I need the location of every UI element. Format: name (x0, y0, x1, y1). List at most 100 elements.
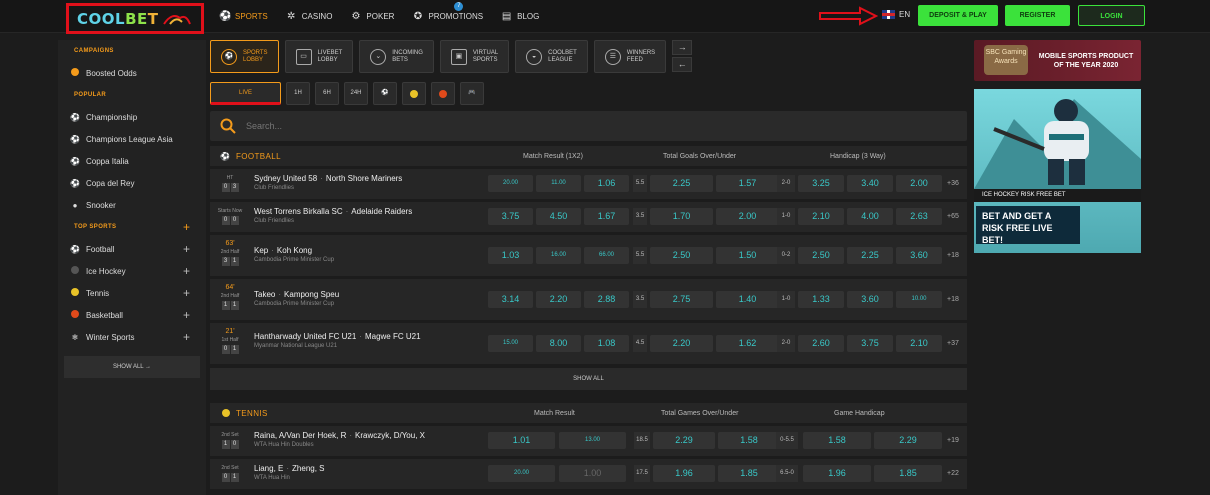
odd-away[interactable]: 66.00 (584, 247, 629, 264)
odd-handicap-away[interactable]: 2.29 (874, 432, 942, 449)
search-input[interactable] (246, 121, 646, 131)
sidebar-item-champions-league-asia[interactable]: ⚽ Champions League Asia (58, 128, 206, 150)
tab-winners-feed[interactable]: ☰ WINNERS FEED (593, 40, 667, 73)
odd-over[interactable]: 1.70 (650, 208, 713, 225)
filter-basketball[interactable] (431, 82, 455, 105)
tab-sports-lobby[interactable]: ⚽ SPORTS LOBBY (210, 40, 279, 73)
odd-home[interactable]: 20.00 (488, 465, 555, 482)
plus-icon[interactable]: + (183, 330, 190, 344)
odd-handicap-away[interactable]: 1.85 (874, 465, 942, 482)
coolbet-logo[interactable]: COOL BE T (66, 3, 204, 34)
odd-away[interactable]: 1.00 (559, 465, 626, 482)
odd-handicap-draw[interactable]: 3.75 (847, 335, 893, 352)
odd-away[interactable]: 13.00 (559, 432, 626, 449)
sidebar-item-boosted-odds[interactable]: Boosted Odds (58, 62, 206, 84)
nav-promotions[interactable]: ✪ PROMOTIONS 7 (403, 0, 492, 33)
filter-24h[interactable]: 24H (344, 82, 368, 105)
filter-esports[interactable]: 🎮 (460, 82, 484, 105)
odd-handicap-away[interactable]: 2.10 (896, 335, 942, 352)
odd-under[interactable]: 1.62 (716, 335, 779, 352)
promo-banner-award[interactable]: SBC Gaming Awards MOBILE SPORTS PRODUCT … (974, 40, 1141, 81)
filter-1h[interactable]: 1H (286, 82, 310, 105)
tab-coolbet-league[interactable]: ◒ COOLBET LEAGUE (515, 40, 588, 73)
more-markets[interactable]: +37 (947, 340, 959, 347)
odd-draw[interactable]: 2.20 (536, 291, 581, 308)
arrow-left-icon[interactable]: ← (672, 57, 693, 72)
table-row[interactable]: Starts Now 0 0 West Torrens Birkalla SC · Ad… (210, 202, 967, 232)
table-row[interactable]: 63' 2nd Half 3 1 Kep · Koh Kong Cambodia Prime… (210, 235, 967, 276)
sidebar-item-ice-hockey[interactable]: Ice Hockey + (58, 260, 206, 282)
tab-livebet-lobby[interactable]: ▭ LIVEBET LOBBY (284, 40, 354, 73)
odd-handicap-home[interactable]: 1.58 (803, 432, 871, 449)
promo-banner-ice-hockey[interactable]: ICE HOCKEY RISK FREE BET BET AND GET A R… (974, 89, 1141, 253)
sidebar-item-tennis[interactable]: Tennis + (58, 282, 206, 304)
plus-icon[interactable]: + (183, 308, 190, 322)
sidebar-show-all-button[interactable]: SHOW ALL → (64, 356, 200, 378)
tab-incoming-bets[interactable]: ⌄ INCOMING BETS (359, 40, 434, 73)
odd-over[interactable]: 2.20 (650, 335, 713, 352)
odd-under[interactable]: 1.57 (716, 175, 779, 192)
odd-draw[interactable]: 16.00 (536, 247, 581, 264)
more-markets[interactable]: +19 (947, 437, 959, 444)
table-row[interactable]: 2nd Set 0 1 Liang, E · Zheng, S WTA Hua Hin 2… (210, 459, 967, 489)
odd-handicap-draw[interactable]: 3.40 (847, 175, 893, 192)
plus-icon[interactable]: + (183, 242, 190, 256)
odd-draw[interactable]: 11.00 (536, 175, 581, 192)
odd-over[interactable]: 2.50 (650, 247, 713, 264)
odd-under[interactable]: 1.50 (716, 247, 779, 264)
more-markets[interactable]: +18 (947, 252, 959, 259)
login-button[interactable]: LOGIN (1078, 5, 1145, 26)
odd-over[interactable]: 2.25 (650, 175, 713, 192)
odd-home[interactable]: 15.00 (488, 335, 533, 352)
football-show-all-button[interactable]: SHOW ALL (210, 368, 967, 390)
sidebar-item-copa-del-rey[interactable]: ⚽ Copa del Rey (58, 172, 206, 194)
plus-icon[interactable]: + (183, 286, 190, 300)
odd-handicap-away[interactable]: 3.60 (896, 247, 942, 264)
sidebar-item-coppa-italia[interactable]: ⚽ Coppa Italia (58, 150, 206, 172)
odd-handicap-draw[interactable]: 3.60 (847, 291, 893, 308)
odd-handicap-away[interactable]: 10.00 (896, 291, 942, 308)
filter-live[interactable]: LIVE (210, 82, 281, 105)
more-markets[interactable]: +18 (947, 296, 959, 303)
table-row[interactable]: HT 0 3 Sydney United 58 · North Shore Marine… (210, 169, 967, 199)
more-markets[interactable]: +36 (947, 180, 959, 187)
odd-home[interactable]: 1.01 (488, 432, 555, 449)
more-markets[interactable]: +65 (947, 213, 959, 220)
sidebar-item-winter-sports[interactable]: ❄ Winter Sports + (58, 326, 206, 348)
odd-handicap-home[interactable]: 1.96 (803, 465, 871, 482)
odd-under[interactable]: 2.00 (716, 208, 779, 225)
odd-handicap-home[interactable]: 2.50 (798, 247, 844, 264)
odd-handicap-home[interactable]: 3.25 (798, 175, 844, 192)
odd-handicap-away[interactable]: 2.00 (896, 175, 942, 192)
table-row[interactable]: 64' 2nd Half 1 1 Takeo · Kampong Speu Cambodia… (210, 279, 967, 320)
tab-virtual-sports[interactable]: ▣ VIRTUAL SPORTS (439, 40, 510, 73)
nav-poker[interactable]: ⚙ POKER (341, 0, 403, 33)
sidebar-item-championship[interactable]: ⚽ Championship (58, 106, 206, 128)
odd-away[interactable]: 1.67 (584, 208, 629, 225)
arrow-right-icon[interactable]: → (672, 40, 693, 55)
table-row[interactable]: 2nd Set 1 0 Raina, A/Van Der Hoek, R · Krawc… (210, 426, 967, 456)
filter-football[interactable]: ⚽ (373, 82, 397, 105)
odd-draw[interactable]: 8.00 (536, 335, 581, 352)
filter-tennis[interactable] (402, 82, 426, 105)
odd-under[interactable]: 1.58 (718, 432, 780, 449)
odd-away[interactable]: 1.08 (584, 335, 629, 352)
nav-casino[interactable]: ✲ CASINO (277, 0, 342, 33)
table-row[interactable]: 21' 1st Half 0 1 Hantharwady United FC U21 ·… (210, 323, 967, 364)
odd-draw[interactable]: 4.50 (536, 208, 581, 225)
more-markets[interactable]: +22 (947, 470, 959, 477)
odd-home[interactable]: 20.00 (488, 175, 533, 192)
odd-handicap-home[interactable]: 2.10 (798, 208, 844, 225)
deposit-button[interactable]: DEPOSIT & PLAY (918, 5, 998, 26)
odd-handicap-draw[interactable]: 4.00 (847, 208, 893, 225)
odd-home[interactable]: 3.14 (488, 291, 533, 308)
sidebar-item-snooker[interactable]: ● Snooker (58, 194, 206, 216)
sidebar-item-basketball[interactable]: Basketball + (58, 304, 206, 326)
odd-home[interactable]: 1.03 (488, 247, 533, 264)
odd-home[interactable]: 3.75 (488, 208, 533, 225)
odd-handicap-away[interactable]: 2.63 (896, 208, 942, 225)
odd-over[interactable]: 2.75 (650, 291, 713, 308)
sidebar-item-football[interactable]: ⚽ Football + (58, 238, 206, 260)
odd-away[interactable]: 1.06 (584, 175, 629, 192)
language-selector[interactable]: EN (882, 10, 910, 19)
